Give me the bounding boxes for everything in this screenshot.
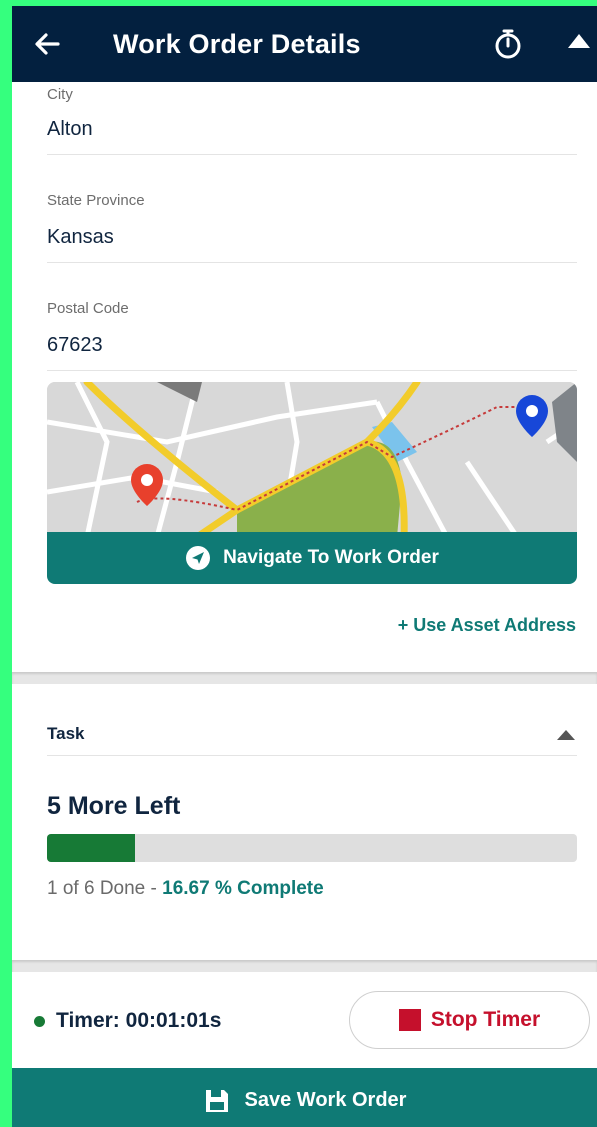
section-divider	[12, 960, 597, 972]
navigate-to-work-order-button[interactable]: Navigate To Work Order	[47, 532, 577, 584]
section-divider	[12, 672, 597, 684]
caret-up-icon[interactable]	[568, 34, 590, 48]
navigation-arrow-icon	[185, 545, 211, 571]
postal-code-value: 67623	[47, 334, 103, 356]
stop-timer-button[interactable]: Stop Timer	[349, 991, 590, 1049]
postal-code-field[interactable]: Postal Code 67623	[47, 290, 577, 371]
tasks-remaining-heading: 5 More Left	[47, 792, 181, 820]
state-province-field[interactable]: State Province Kansas	[47, 182, 577, 263]
task-section-header[interactable]: Task	[47, 710, 577, 756]
tasks-done-count: 1 of 6 Done	[47, 878, 146, 899]
save-work-order-button[interactable]: Save Work Order	[12, 1068, 597, 1127]
task-progress-fill	[47, 834, 136, 862]
task-progress-bar	[47, 834, 577, 862]
top-app-bar: Work Order Details	[12, 6, 597, 82]
timer-readout: Timer: 00:01:01s	[56, 1009, 222, 1032]
back-arrow-icon[interactable]	[32, 24, 64, 64]
city-label: City	[47, 86, 73, 103]
progress-separator: -	[145, 878, 163, 899]
stopwatch-icon[interactable]	[490, 26, 526, 62]
floppy-disk-icon	[203, 1087, 231, 1115]
use-asset-address-link[interactable]: + Use Asset Address	[398, 615, 576, 636]
save-button-label: Save Work Order	[244, 1089, 407, 1111]
map-preview[interactable]	[47, 382, 577, 537]
navigate-button-label: Navigate To Work Order	[223, 547, 439, 568]
caret-up-icon[interactable]	[557, 730, 575, 740]
app-frame: Work Order Details City Alton State Prov…	[12, 6, 597, 1127]
timer-status-dot	[34, 1016, 45, 1027]
state-province-label: State Province	[47, 192, 145, 209]
postal-code-label: Postal Code	[47, 300, 129, 317]
task-progress-text: 1 of 6 Done - 16.67 % Complete	[47, 878, 324, 900]
city-field[interactable]: City Alton	[47, 82, 577, 155]
page-title: Work Order Details	[113, 29, 361, 59]
task-header-label: Task	[47, 724, 85, 743]
stop-timer-label: Stop Timer	[430, 1008, 541, 1031]
state-province-value: Kansas	[47, 226, 114, 248]
percent-complete: 16.67 % Complete	[162, 878, 324, 899]
stop-square-icon	[398, 1009, 421, 1031]
city-value: Alton	[47, 118, 93, 140]
timer-row: Timer: 00:01:01s Stop Timer	[12, 972, 597, 1066]
